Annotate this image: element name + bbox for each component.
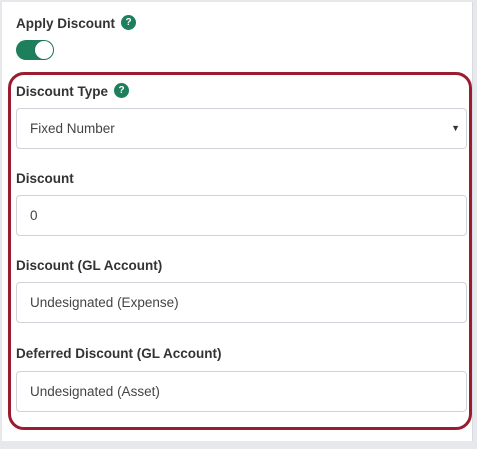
question-icon[interactable]: ?: [114, 83, 130, 98]
apply-discount-toggle[interactable]: [16, 40, 54, 60]
discount-type-selected-value: Fixed Number: [30, 121, 115, 136]
discount-type-label: Discount Type: [16, 84, 109, 99]
discount-input[interactable]: 0: [16, 195, 467, 236]
apply-discount-label: Apply Discount: [16, 16, 116, 31]
discount-gl-account-row: Discount (GL Account): [16, 258, 162, 273]
discount-gl-account-value: Undesignated (Expense): [30, 295, 179, 310]
discount-gl-account-field[interactable]: Undesignated (Expense): [16, 282, 467, 323]
discount-type-row: Discount Type ?: [16, 83, 130, 99]
discount-gl-account-label: Discount (GL Account): [16, 258, 163, 273]
deferred-discount-gl-account-label: Deferred Discount (GL Account): [16, 346, 222, 361]
caret-down-icon: ▼: [451, 123, 460, 133]
deferred-discount-gl-account-field[interactable]: Undesignated (Asset): [16, 371, 467, 412]
discount-type-select[interactable]: Fixed Number ▼: [16, 108, 467, 149]
discount-value: 0: [30, 208, 38, 223]
discount-label: Discount: [16, 171, 74, 186]
deferred-discount-gl-account-row: Deferred Discount (GL Account): [16, 346, 222, 361]
apply-discount-row: Apply Discount ?: [16, 15, 137, 31]
deferred-discount-gl-account-value: Undesignated (Asset): [30, 384, 160, 399]
discount-row: Discount: [16, 171, 74, 186]
question-icon[interactable]: ?: [121, 15, 137, 30]
toggle-knob: [35, 41, 53, 59]
discount-settings-panel: Apply Discount ? Discount Type ? Fixed N…: [2, 2, 473, 441]
